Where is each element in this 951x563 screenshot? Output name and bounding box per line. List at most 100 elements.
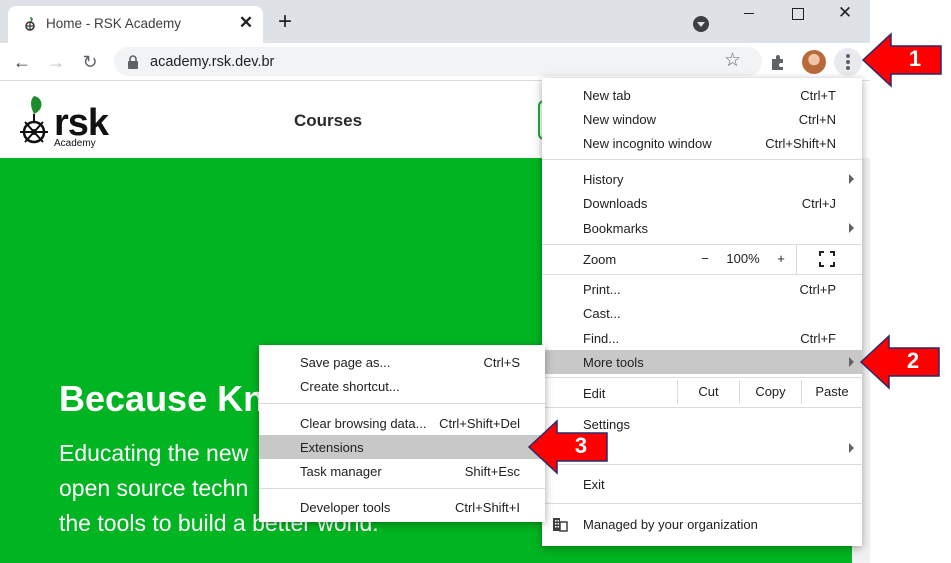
menu-label: Task manager — [300, 464, 382, 479]
callout-arrow-1: 1 — [861, 32, 943, 88]
menu-label: Create shortcut... — [300, 379, 400, 394]
chevron-right-icon — [849, 443, 854, 453]
more-tools-submenu: Save page as... Ctrl+S Create shortcut..… — [259, 345, 545, 522]
address-bar[interactable]: academy.rsk.dev.br ☆ — [114, 47, 762, 76]
puzzle-icon[interactable] — [768, 52, 788, 72]
menu-shortcut: Ctrl+T — [800, 88, 836, 103]
menu-item-developer-tools[interactable]: Developer tools Ctrl+Shift+I — [259, 495, 545, 519]
chevron-right-icon — [849, 357, 854, 367]
zoom-divider — [796, 244, 797, 275]
reload-button[interactable]: ↻ — [78, 50, 102, 74]
menu-item-save-page[interactable]: Save page as... Ctrl+S — [259, 350, 545, 374]
callout-number: 3 — [574, 433, 588, 458]
menu-item-extensions[interactable]: Extensions — [259, 435, 545, 459]
menu-item-new-incognito-window[interactable]: New incognito window Ctrl+Shift+N — [542, 131, 862, 155]
menu-label: Bookmarks — [583, 221, 649, 236]
rsk-favicon-icon — [25, 17, 35, 31]
menu-separator — [542, 503, 862, 504]
back-button[interactable]: ← — [10, 50, 34, 74]
menu-separator — [542, 244, 862, 245]
menu-item-exit[interactable]: Exit — [542, 472, 862, 496]
copy-button[interactable]: Copy — [739, 380, 801, 404]
menu-separator — [542, 274, 862, 275]
menu-item-zoom: Zoom − 100% + — [542, 244, 862, 275]
menu-item-find[interactable]: Find... Ctrl+F — [542, 326, 862, 350]
menu-shortcut: Ctrl+Shift+N — [765, 136, 836, 151]
menu-separator — [542, 377, 862, 378]
menu-item-edit: Edit Cut Copy Paste — [542, 380, 862, 404]
tab-strip: Home - RSK Academy ✕ + ✕ — [0, 0, 870, 43]
forward-button[interactable]: → — [44, 50, 68, 74]
logo-subtitle: Academy — [54, 138, 96, 149]
menu-label: Extensions — [300, 440, 364, 455]
zoom-level: 100% — [726, 251, 760, 266]
callout-number: 1 — [908, 46, 922, 71]
menu-item-downloads[interactable]: Downloads Ctrl+J — [542, 191, 862, 215]
paste-button[interactable]: Paste — [801, 380, 862, 404]
tab-close-icon[interactable]: ✕ — [236, 13, 256, 33]
menu-label: New incognito window — [583, 136, 712, 151]
menu-item-bookmarks[interactable]: Bookmarks — [542, 216, 862, 240]
hero-text-line-1: Educating the new — [59, 440, 249, 466]
menu-label: Print... — [583, 282, 621, 297]
menu-shortcut: Ctrl+Shift+I — [454, 500, 520, 515]
menu-item-new-window[interactable]: New window Ctrl+N — [542, 107, 862, 131]
star-icon[interactable]: ☆ — [724, 49, 741, 72]
menu-shortcut: Ctrl+J — [801, 196, 836, 211]
menu-item-clear-browsing-data[interactable]: Clear browsing data... Ctrl+Shift+Del — [259, 411, 545, 435]
hero-title: Because Kn — [59, 378, 266, 419]
browser-tab[interactable]: Home - RSK Academy ✕ — [8, 6, 263, 43]
zoom-out-button[interactable]: − — [692, 247, 718, 271]
menu-separator — [542, 407, 862, 408]
menu-item-task-manager[interactable]: Task manager Shift+Esc — [259, 459, 545, 483]
callout-arrow-3: 3 — [527, 419, 609, 475]
menu-item-more-tools[interactable]: More tools — [542, 350, 862, 374]
menu-shortcut: Ctrl+F — [800, 331, 836, 346]
menu-label: Edit — [583, 386, 606, 401]
logo-tree-icon — [20, 96, 48, 144]
menu-label: Downloads — [583, 196, 648, 211]
browser-toolbar: ← → ↻ academy.rsk.dev.br ☆ — [0, 43, 870, 81]
menu-shortcut: Ctrl+S — [483, 355, 520, 370]
lock-icon[interactable] — [126, 55, 140, 69]
fullscreen-icon[interactable] — [819, 251, 835, 267]
menu-label: More tools — [583, 355, 644, 370]
tab-search-icon[interactable] — [693, 16, 709, 32]
menu-item-print[interactable]: Print... Ctrl+P — [542, 277, 862, 301]
menu-item-cast[interactable]: Cast... — [542, 301, 862, 325]
menu-label: History — [583, 172, 624, 187]
window-close-button[interactable]: ✕ — [822, 0, 868, 30]
menu-label: Developer tools — [300, 500, 391, 515]
logo-text: rsk — [54, 102, 109, 144]
hero-text-line-2: open source techn — [59, 475, 249, 501]
tab-title: Home - RSK Academy — [46, 16, 182, 31]
callout-arrow-2: 2 — [859, 334, 941, 390]
menu-separator — [259, 488, 545, 489]
new-tab-button[interactable]: + — [274, 10, 296, 34]
menu-item-new-tab[interactable]: New tab Ctrl+T — [542, 83, 862, 107]
profile-avatar[interactable] — [802, 50, 826, 74]
kebab-menu-icon[interactable] — [834, 48, 862, 76]
menu-label: New tab — [583, 88, 631, 103]
menu-label: Managed by your organization — [583, 517, 758, 532]
maximize-button[interactable] — [774, 0, 820, 30]
menu-item-history[interactable]: History — [542, 167, 862, 191]
menu-item-create-shortcut[interactable]: Create shortcut... — [259, 374, 545, 398]
menu-label: Save page as... — [300, 355, 391, 370]
menu-label: Zoom — [583, 252, 617, 267]
menu-shortcut: Ctrl+N — [798, 112, 836, 127]
menu-label: New window — [583, 112, 656, 127]
cut-button[interactable]: Cut — [677, 380, 739, 404]
menu-shortcut: Ctrl+P — [799, 282, 836, 297]
zoom-in-button[interactable]: + — [768, 247, 794, 271]
minimize-button[interactable] — [727, 0, 773, 30]
chrome-main-menu: New tab Ctrl+T New window Ctrl+N New inc… — [542, 78, 862, 546]
menu-label: Cast... — [583, 306, 621, 321]
menu-label: Find... — [583, 331, 620, 346]
rsk-academy-logo[interactable]: rsk Academy — [14, 94, 109, 150]
menu-separator — [542, 159, 862, 160]
chevron-right-icon — [849, 223, 854, 233]
nav-courses-link[interactable]: Courses — [294, 111, 362, 131]
url-text: academy.rsk.dev.br — [150, 54, 275, 70]
menu-item-managed[interactable]: Managed by your organization — [542, 511, 862, 537]
